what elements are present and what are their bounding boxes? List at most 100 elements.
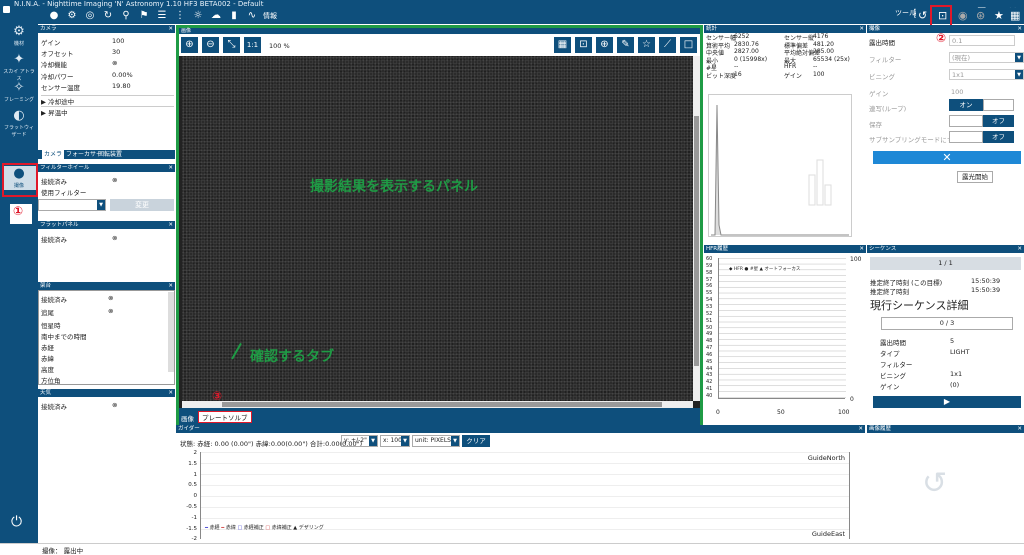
target-icon[interactable]: ◉ bbox=[958, 9, 968, 22]
expand-cooling[interactable]: ▶ 冷却途中 bbox=[41, 95, 174, 106]
close-icon[interactable]: ✕ bbox=[1017, 425, 1022, 433]
calculator-icon[interactable]: ▦ bbox=[1010, 9, 1020, 22]
close-icon[interactable]: ✕ bbox=[168, 221, 173, 229]
list-icon[interactable]: ☰ bbox=[153, 8, 171, 24]
sidebar-item-atlas[interactable]: ✦ スカイ アトラス bbox=[2, 52, 36, 82]
subsample-label: サブサンプリングモードにする bbox=[869, 136, 960, 144]
x-range-select[interactable]: x: 100 ▼ bbox=[380, 435, 410, 447]
change-button[interactable]: 変更 bbox=[110, 199, 174, 211]
tab-camera[interactable]: カメラ bbox=[42, 150, 65, 159]
image-toolbar: ⊕ ⊖ ⤡ 1:1 100 % ▦ ⊡ ⊕ ✎ ☆ ⟋ □ bbox=[179, 34, 700, 56]
loop-off-toggle[interactable] bbox=[983, 99, 1014, 111]
ra-label: 赤経 bbox=[41, 344, 54, 352]
settings-icon[interactable]: ⚙ bbox=[63, 8, 81, 24]
subsample-on-toggle[interactable] bbox=[949, 131, 983, 143]
sequence-header: シーケンス ✕ bbox=[867, 245, 1024, 253]
zoom-in-icon[interactable]: ⊕ bbox=[181, 37, 198, 53]
guide-east-label: GuideEast bbox=[811, 530, 845, 538]
subsample-off-toggle[interactable]: オフ bbox=[983, 131, 1014, 143]
sidebar-item-framing[interactable]: ✧ フレーミング bbox=[2, 80, 36, 103]
tab-platesolve[interactable]: プレートソルブ bbox=[198, 411, 252, 423]
save-on-toggle[interactable] bbox=[949, 115, 983, 127]
star-icon[interactable]: ★ bbox=[994, 9, 1004, 22]
polar-icon[interactable]: ⊛ bbox=[976, 9, 985, 22]
exposure-time-input[interactable]: 0.1 bbox=[949, 35, 1015, 46]
unit-select[interactable]: unit: PIXELS ▼ bbox=[412, 435, 460, 447]
close-icon[interactable]: ✕ bbox=[168, 389, 173, 397]
capture-icon[interactable]: ● bbox=[45, 8, 63, 24]
sliders-icon[interactable]: ⋮ bbox=[171, 8, 189, 24]
stat-value: -- bbox=[734, 63, 739, 70]
crop-icon[interactable]: ⊡ bbox=[575, 37, 592, 53]
crosshair-icon[interactable]: ⊕ bbox=[596, 37, 613, 53]
guide-north-label: GuideNorth bbox=[807, 454, 845, 462]
box-icon[interactable]: □ bbox=[680, 37, 697, 53]
equipment-icon: ⚙ bbox=[13, 24, 25, 39]
stat-value: 16 bbox=[734, 70, 742, 78]
star-detect-icon[interactable]: ☆ bbox=[638, 37, 655, 53]
dec-label: 赤緯 bbox=[41, 355, 54, 363]
guide-y-tick: -1.5 bbox=[186, 525, 197, 532]
close-icon[interactable]: ✕ bbox=[168, 25, 173, 33]
tab-image[interactable]: 画像 bbox=[181, 413, 194, 423]
sidebar-item-flatwizard[interactable]: ◐ フラットウィザード bbox=[2, 108, 36, 138]
hfr-y-tick: 40 bbox=[706, 393, 713, 399]
zoom-1-1-button[interactable]: 1:1 bbox=[244, 37, 261, 53]
filter-select[interactable]: ▼ bbox=[38, 199, 106, 211]
telescope-scrollbar[interactable] bbox=[168, 292, 174, 372]
chart-icon[interactable]: ▮ bbox=[225, 8, 243, 24]
stat-label: ビット深度 bbox=[706, 72, 737, 80]
stat-value: 6252 bbox=[734, 33, 750, 40]
hfr-y-right-bottom: 0 bbox=[850, 396, 854, 403]
camera-header: カメラ ✕ bbox=[38, 25, 175, 33]
stretch-icon[interactable]: ✎ bbox=[617, 37, 634, 53]
exposure-filter-select[interactable]: (現在) ▼ bbox=[949, 52, 1024, 63]
vertical-scrollbar[interactable] bbox=[693, 56, 700, 401]
hfr-y-tick: 45 bbox=[706, 358, 713, 365]
close-icon[interactable]: ✕ bbox=[859, 25, 864, 33]
hfr-y-tick: 52 bbox=[706, 310, 713, 317]
close-icon[interactable]: ✕ bbox=[168, 164, 173, 172]
power-icon[interactable]: ⏻ bbox=[11, 514, 22, 530]
cancel-exposure-button[interactable]: ✕ bbox=[873, 151, 1021, 164]
info-label[interactable]: 情報 bbox=[263, 8, 277, 24]
gain-value: 100 bbox=[951, 88, 964, 96]
horizontal-scrollbar[interactable] bbox=[182, 401, 693, 408]
flatwizard-icon: ◐ bbox=[13, 108, 25, 123]
fit-icon[interactable]: ⤡ bbox=[223, 37, 240, 53]
hfr-y-tick: 54 bbox=[706, 297, 713, 304]
binning-label: ビニング bbox=[869, 73, 895, 81]
history-icon[interactable]: ↺ bbox=[918, 9, 927, 22]
refresh-icon[interactable]: ↻ bbox=[99, 8, 117, 24]
grid-icon[interactable]: ▦ bbox=[554, 37, 571, 53]
loop-on-toggle[interactable]: オン bbox=[949, 99, 983, 111]
close-icon[interactable]: ✕ bbox=[858, 425, 863, 433]
chevron-down-icon: ▼ bbox=[451, 436, 459, 446]
tab-rotator[interactable]: 回転装置 bbox=[96, 150, 124, 159]
seq-binning-label: ビニング bbox=[880, 372, 906, 380]
focus-icon[interactable]: ◎ bbox=[81, 8, 99, 24]
zoom-out-icon[interactable]: ⊖ bbox=[202, 37, 219, 53]
close-icon[interactable]: ✕ bbox=[1017, 245, 1022, 253]
wave-icon[interactable]: ∿ bbox=[243, 8, 261, 24]
close-icon[interactable]: ✕ bbox=[168, 282, 173, 290]
flag-icon[interactable]: ⚑ bbox=[135, 8, 153, 24]
binning-select[interactable]: 1x1 ▼ bbox=[949, 69, 1024, 80]
hfr-y-tick: 47 bbox=[706, 345, 713, 352]
telescope-connected: 接続済み bbox=[41, 296, 67, 304]
save-label: 保存 bbox=[869, 121, 882, 129]
start-exposure-button[interactable]: 露光開始 bbox=[957, 171, 993, 183]
y-range-select[interactable]: y: +/-2" ▼ bbox=[341, 435, 378, 447]
close-icon[interactable]: ✕ bbox=[1017, 25, 1022, 33]
close-icon[interactable]: ✕ bbox=[859, 245, 864, 253]
sidebar-item-equipment[interactable]: ⚙ 機材 bbox=[2, 24, 36, 47]
save-off-toggle[interactable]: オフ bbox=[983, 115, 1014, 127]
bulb-icon[interactable]: ☼ bbox=[189, 8, 207, 24]
clear-button[interactable]: クリア bbox=[462, 435, 490, 447]
cloud-icon[interactable]: ☁ bbox=[207, 8, 225, 24]
hfr-y-tick: 44 bbox=[706, 365, 713, 372]
expand-warming[interactable]: ▶ 昇温中 bbox=[41, 106, 174, 117]
play-sequence-button[interactable]: ▶ bbox=[873, 396, 1021, 408]
measure-icon[interactable]: ⟋ bbox=[659, 37, 676, 53]
telescope-icon[interactable]: ⚲ bbox=[117, 8, 135, 24]
